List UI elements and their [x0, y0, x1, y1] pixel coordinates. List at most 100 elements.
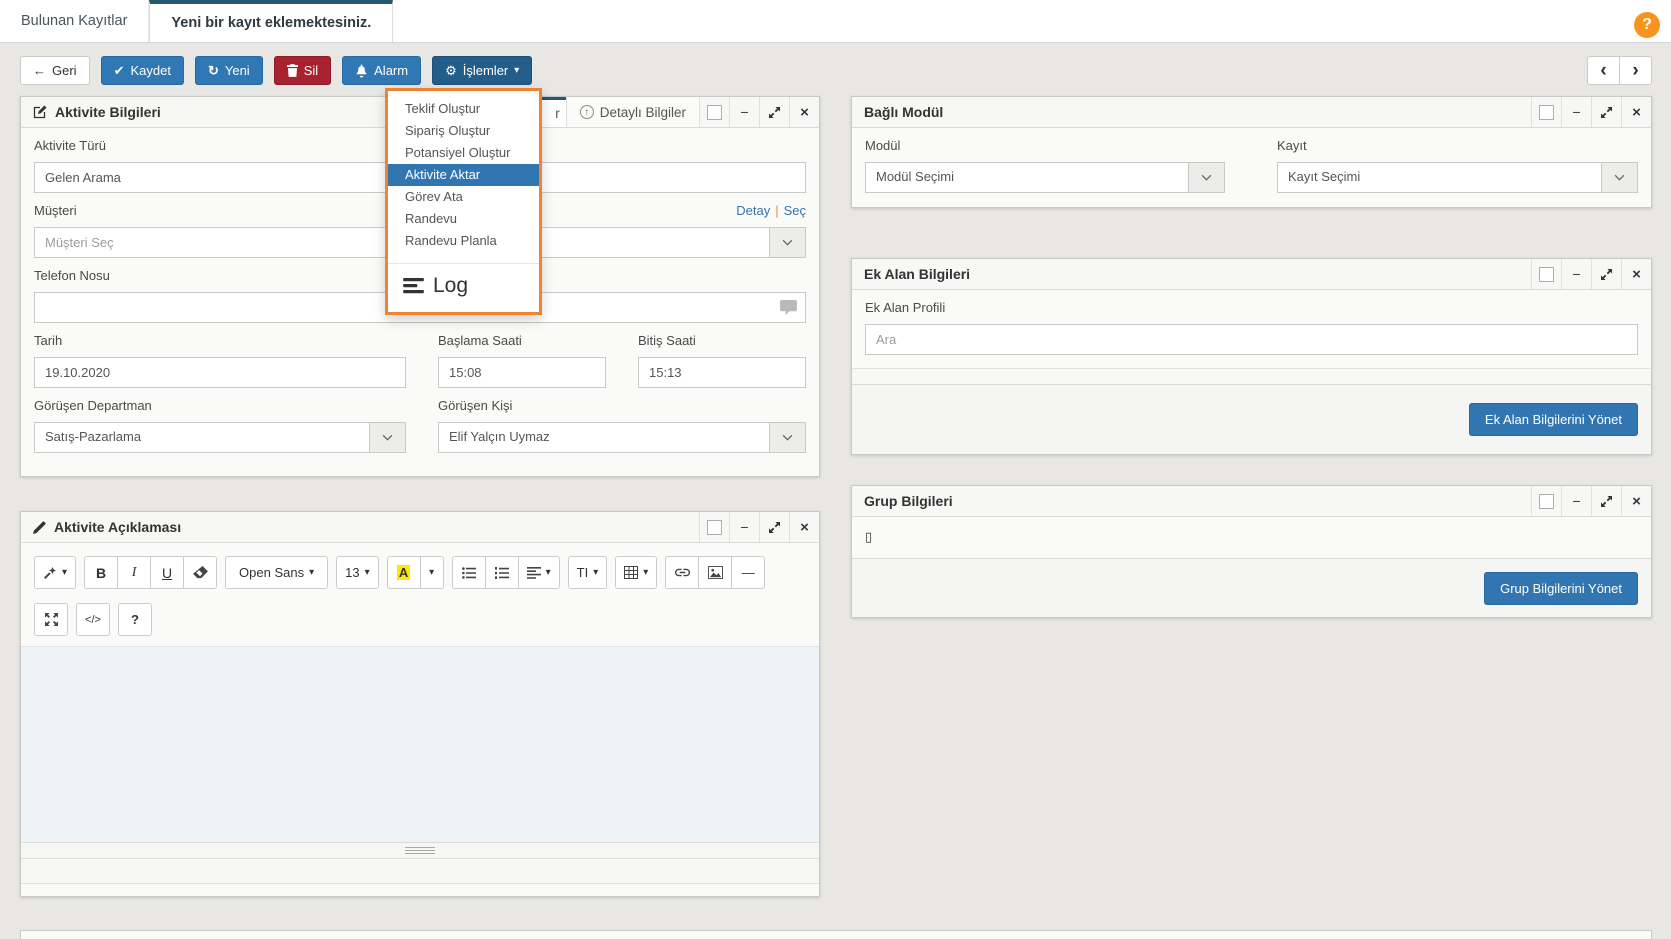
panel-select-checkbox[interactable]	[1531, 486, 1561, 516]
extra-fields-panel: Ek Alan Bilgileri − × Ek Alan Profili Ek…	[851, 258, 1652, 455]
customer-detail-link[interactable]: Detay	[736, 203, 770, 218]
next-record-button[interactable]: ›	[1619, 56, 1652, 85]
alarm-label: Alarm	[374, 63, 408, 78]
expand-icon[interactable]	[1591, 486, 1621, 516]
profile-search-input[interactable]	[865, 324, 1638, 355]
insert-link-button[interactable]	[665, 556, 699, 589]
start-time-input[interactable]	[438, 357, 606, 388]
manage-groups-button[interactable]: Grup Bilgilerini Yönet	[1484, 572, 1638, 605]
person-dropdown-button[interactable]	[770, 422, 806, 453]
collapse-icon[interactable]: −	[729, 97, 759, 127]
prev-record-button[interactable]: ‹	[1587, 56, 1620, 85]
module-dropdown-button[interactable]	[1189, 162, 1225, 193]
panel-select-checkbox[interactable]	[699, 512, 729, 542]
activity-description-panel: Aktivite Açıklaması − × ▾ B I U	[20, 511, 820, 897]
panel-select-checkbox[interactable]	[1531, 259, 1561, 289]
save-button[interactable]: ✔ Kaydet	[101, 56, 184, 85]
record-select[interactable]: Kayıt Seçimi	[1277, 162, 1602, 193]
start-time-label: Başlama Saati	[438, 333, 606, 348]
profile-label: Ek Alan Profili	[865, 300, 1638, 315]
panel-select-checkbox[interactable]	[699, 97, 729, 127]
menu-item-create-potential[interactable]: Potansiyel Oluştur	[388, 142, 539, 164]
expand-icon[interactable]	[1591, 97, 1621, 127]
date-input[interactable]	[34, 357, 406, 388]
editor-help-button[interactable]: ?	[118, 603, 152, 636]
linked-module-header: Bağlı Modül − ×	[852, 97, 1651, 128]
font-color-caret-button[interactable]: ▾	[420, 556, 444, 589]
back-button[interactable]: ← Geri	[20, 56, 90, 85]
menu-item-appointment[interactable]: Randevu	[388, 208, 539, 230]
tab-detailed-info[interactable]: ↑ Detaylı Bilgiler	[566, 97, 699, 127]
collapse-icon[interactable]: −	[1561, 259, 1591, 289]
department-dropdown-button[interactable]	[370, 422, 406, 453]
eraser-icon	[193, 566, 208, 579]
close-icon[interactable]: ×	[1621, 97, 1651, 127]
italic-button[interactable]: I	[117, 556, 151, 589]
alarm-button[interactable]: Alarm	[342, 56, 421, 85]
code-view-button[interactable]: </>	[76, 603, 110, 636]
paragraph-align-button[interactable]: ▾	[518, 556, 560, 589]
unordered-list-button[interactable]	[452, 556, 486, 589]
menu-item-plan-appointment[interactable]: Randevu Planla	[388, 230, 539, 252]
close-icon[interactable]: ×	[789, 97, 819, 127]
panel-select-checkbox[interactable]	[1531, 97, 1561, 127]
table-button[interactable]: ▾	[615, 556, 657, 589]
collapse-icon[interactable]: −	[729, 512, 759, 542]
check-icon: ✔	[114, 64, 125, 77]
comment-bubble-icon[interactable]	[780, 300, 797, 315]
person-select[interactable]: Elif Yalçın Uymaz	[438, 422, 770, 453]
menu-item-log[interactable]: Log	[388, 271, 539, 306]
date-label: Tarih	[34, 333, 406, 348]
collapse-icon[interactable]: −	[1561, 97, 1591, 127]
bold-button[interactable]: B	[84, 556, 118, 589]
fullscreen-button[interactable]	[34, 603, 68, 636]
actions-button[interactable]: ⚙ İşlemler ▾	[432, 56, 532, 85]
ordered-list-button[interactable]	[485, 556, 519, 589]
customer-dropdown-button[interactable]	[770, 227, 806, 258]
font-family-button[interactable]: Open Sans ▾	[225, 556, 328, 589]
line-height-button[interactable]: TI ▾	[568, 556, 608, 589]
customer-select-link[interactable]: Seç	[784, 203, 806, 218]
description-panel-header: Aktivite Açıklaması − ×	[21, 512, 819, 543]
delete-button[interactable]: Sil	[274, 56, 331, 85]
horizontal-rule-button[interactable]: —	[731, 556, 765, 589]
department-select[interactable]: Satış-Pazarlama	[34, 422, 370, 453]
expand-icon[interactable]	[759, 97, 789, 127]
close-icon[interactable]: ×	[789, 512, 819, 542]
expand-icon[interactable]	[759, 512, 789, 542]
expand-icon[interactable]	[1591, 259, 1621, 289]
end-time-input[interactable]	[638, 357, 806, 388]
style-magic-button[interactable]: ▾	[34, 556, 76, 589]
menu-item-transfer-activity[interactable]: Aktivite Aktar	[388, 164, 539, 186]
refresh-icon: ↻	[208, 64, 219, 77]
menu-item-assign-task[interactable]: Görev Ata	[388, 186, 539, 208]
menu-item-create-order[interactable]: Sipariş Oluştur	[388, 120, 539, 142]
editor-footer	[21, 884, 819, 896]
insert-image-button[interactable]	[698, 556, 732, 589]
group-info-controls: − ×	[1531, 486, 1651, 516]
record-dropdown-button[interactable]	[1602, 162, 1638, 193]
close-icon[interactable]: ×	[1621, 486, 1651, 516]
activity-panel-title: Aktivite Bilgileri	[55, 104, 161, 120]
tab-found-records[interactable]: Bulunan Kayıtlar	[0, 0, 149, 42]
close-icon[interactable]: ×	[1621, 259, 1651, 289]
font-size-button[interactable]: 13 ▾	[336, 556, 379, 589]
log-label: Log	[433, 274, 468, 298]
tab-new-record[interactable]: Yeni bir kayıt eklemektesiniz.	[149, 0, 393, 42]
module-label: Modül	[865, 138, 1225, 153]
actions-label: İşlemler	[463, 63, 509, 78]
help-icon[interactable]: ?	[1634, 12, 1660, 38]
clear-format-button[interactable]	[183, 556, 217, 589]
font-color-button[interactable]: A	[387, 556, 421, 589]
new-button[interactable]: ↻ Yeni	[195, 56, 263, 85]
manage-extra-fields-button[interactable]: Ek Alan Bilgilerini Yönet	[1469, 403, 1638, 436]
underline-button[interactable]: U	[150, 556, 184, 589]
menu-item-create-offer[interactable]: Teklif Oluştur	[388, 98, 539, 120]
caret-down-icon: ▾	[309, 567, 314, 578]
editor-resize-handle[interactable]	[21, 842, 819, 859]
collapse-icon[interactable]: −	[1561, 486, 1591, 516]
editor-status-bar	[21, 859, 819, 884]
editor-content-area[interactable]	[21, 646, 819, 842]
module-select[interactable]: Modül Seçimi	[865, 162, 1189, 193]
department-label: Görüşen Departman	[34, 398, 406, 413]
